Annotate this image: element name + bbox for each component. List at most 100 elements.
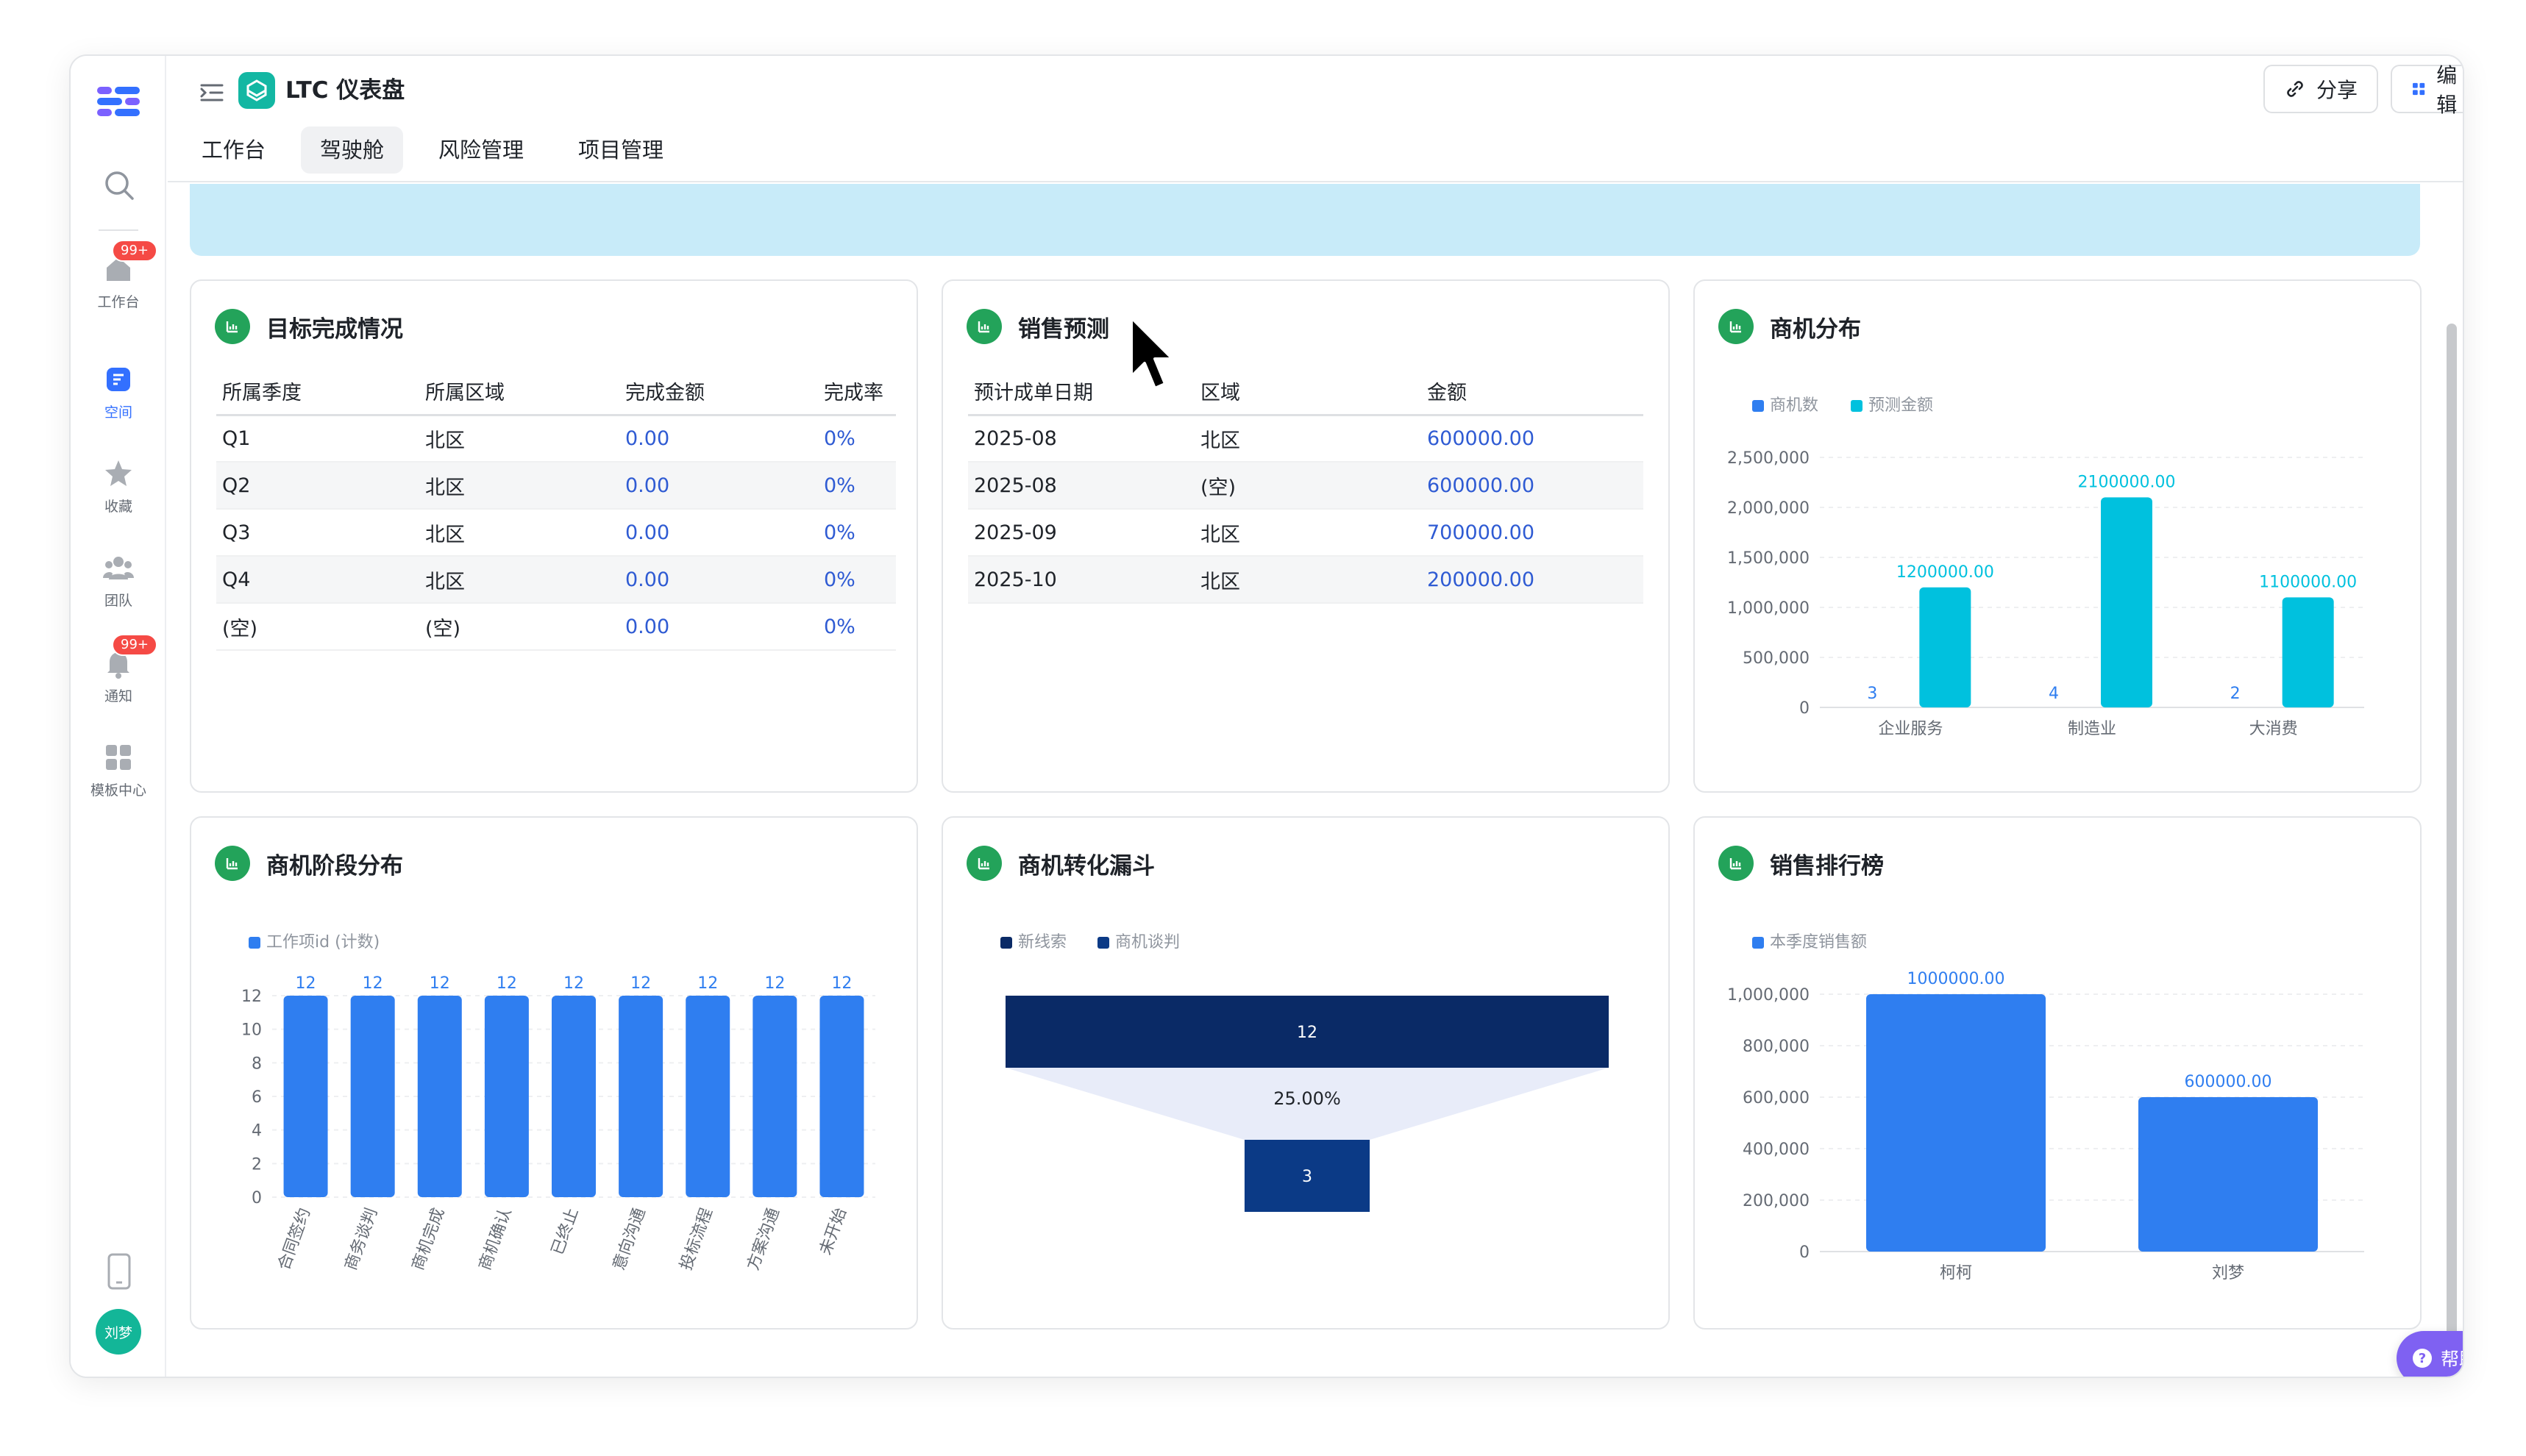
table-row[interactable]: (空) (空) 0.00 0% <box>216 603 896 651</box>
column-header[interactable]: 区域 <box>1195 368 1421 416</box>
star-icon <box>105 460 132 486</box>
funnel-chart[interactable]: 新线索 商机谈判 12 25.00% 3 <box>943 818 1671 1331</box>
x-tick-label: 商机确认 <box>476 1206 516 1273</box>
data-label: 2 <box>2230 685 2241 703</box>
table-cell: 2025-08 <box>968 462 1195 510</box>
table-cell: 北区 <box>1195 509 1421 557</box>
sidebar-item-templates[interactable]: 模板中心 <box>71 741 166 799</box>
sidebar-item-team[interactable]: 团队 <box>71 552 166 610</box>
data-label: 3 <box>1302 1168 1312 1186</box>
data-label: 12 <box>497 974 517 993</box>
column-header[interactable]: 完成金额 <box>619 368 818 416</box>
table-row[interactable]: Q4 北区 0.00 0% <box>216 556 896 604</box>
app-logo-icon[interactable] <box>97 84 140 119</box>
collapse-sidebar-icon[interactable] <box>197 78 227 107</box>
x-tick-label: 柯柯 <box>1940 1264 1972 1282</box>
table-row[interactable]: Q2 北区 0.00 0% <box>216 462 896 510</box>
table-cell: 北区 <box>419 509 619 557</box>
legend-swatch <box>1000 937 1012 949</box>
column-header[interactable]: 所属区域 <box>419 368 619 416</box>
target-table: 所属季度 所属区域 完成金额 完成率 Q1 北区 0.00 0% Q2 北区 0.00 0%… <box>216 368 896 651</box>
mouse-cursor-icon <box>1130 316 1174 390</box>
sidebar-item-favorites[interactable]: 收藏 <box>71 457 166 515</box>
legend-label: 商机数 <box>1770 396 1818 415</box>
dashboard-content: 目标完成情况 所属季度 所属区域 完成金额 完成率 Q1 北区 0.00 0% Q2 北… <box>168 184 2463 1377</box>
data-label: 12 <box>1297 1024 1317 1042</box>
table-cell: Q3 <box>216 509 419 557</box>
table-cell: 0.00 <box>619 556 818 604</box>
table-row[interactable]: 2025-08 北区 600000.00 <box>968 415 1643 463</box>
help-label: 帮助 <box>2440 1349 2463 1370</box>
y-tick-label: 6 <box>252 1088 262 1107</box>
chart-icon <box>967 309 1002 344</box>
ranking-chart[interactable]: 本季度销售额 0 200,000 400,000 600,000 800,000 1,000… <box>1695 818 2423 1331</box>
legend-swatch <box>1851 400 1863 412</box>
mobile-icon[interactable] <box>106 1253 132 1290</box>
y-tick-label: 0 <box>252 1189 262 1207</box>
data-label: 3 <box>1867 685 1877 703</box>
x-tick-label: 商务谈判 <box>342 1206 382 1273</box>
tab-cockpit[interactable]: 驾驶舱 <box>301 126 404 174</box>
notification-badge: 99+ <box>112 634 157 656</box>
legend-label: 本季度销售额 <box>1770 933 1867 952</box>
table-cell: 0.00 <box>619 415 818 463</box>
data-label: 12 <box>630 974 651 993</box>
sidebar-item-workbench[interactable]: 99+ 工作台 <box>71 240 166 311</box>
column-header[interactable]: 所属季度 <box>216 368 419 416</box>
table-row[interactable]: 2025-09 北区 700000.00 <box>968 509 1643 557</box>
x-tick-label: 方案沟通 <box>744 1206 783 1273</box>
sidebar-item-notifications[interactable]: 99+ 通知 <box>71 634 166 705</box>
x-tick-label: 商机完成 <box>409 1206 449 1273</box>
x-tick-label: 投标流程 <box>677 1206 716 1273</box>
link-icon <box>2287 81 2303 97</box>
distribution-chart[interactable]: 商机数 预测金额 0 500,000 1,000,000 1,500,000 2,000,0… <box>1695 281 2423 794</box>
table-cell: 700000.00 <box>1421 509 1643 557</box>
sidebar-item-space[interactable]: 空间 <box>71 363 166 421</box>
page-title: LTC 仪表盘 <box>285 77 405 104</box>
data-label: 12 <box>563 974 584 993</box>
column-header[interactable]: 完成率 <box>818 368 896 416</box>
stage-chart[interactable]: 工作项id (计数)02468101212合同签约12商务谈判12商机完成12商… <box>191 818 919 1331</box>
sidebar-divider <box>99 229 138 231</box>
y-tick-label: 400,000 <box>1743 1141 1810 1159</box>
x-tick-label: 意向沟通 <box>610 1206 650 1273</box>
table-cell: 600000.00 <box>1421 415 1643 463</box>
bar <box>619 996 663 1197</box>
y-tick-label: 10 <box>241 1021 262 1040</box>
grid-edit-icon <box>2413 82 2425 96</box>
share-button[interactable]: 分享 <box>2263 65 2379 113</box>
edit-button[interactable]: 编辑 <box>2391 63 2463 117</box>
table-row[interactable]: Q3 北区 0.00 0% <box>216 509 896 557</box>
table-row[interactable]: 2025-10 北区 200000.00 <box>968 556 1643 604</box>
data-label: 12 <box>363 974 383 993</box>
edit-label: 编辑 <box>2436 63 2458 117</box>
tab-project-management[interactable]: 项目管理 <box>559 126 683 174</box>
bar <box>2138 1097 2318 1252</box>
column-header[interactable]: 金额 <box>1421 368 1643 416</box>
data-label: 12 <box>831 974 852 993</box>
card-title-text: 销售预测 <box>1018 315 1109 343</box>
sidebar-item-label: 空间 <box>104 404 132 421</box>
avatar[interactable]: 刘梦 <box>96 1309 141 1355</box>
bar <box>686 996 730 1197</box>
table-cell: 0% <box>818 462 896 510</box>
data-label: 12 <box>296 974 316 993</box>
table-cell: 0% <box>818 509 896 557</box>
tab-risk-management[interactable]: 风险管理 <box>419 126 543 174</box>
tab-workbench[interactable]: 工作台 <box>182 126 285 174</box>
legend-swatch <box>1097 937 1109 949</box>
table-row[interactable]: 2025-08 (空) 600000.00 <box>968 462 1643 510</box>
card-opportunity-distribution: 商机分布 商机数 预测金额 0 500,000 1,000,000 1,500,000 2,… <box>1693 279 2422 793</box>
tab-bar: 工作台 驾驶舱 风险管理 项目管理 <box>182 126 683 174</box>
y-tick-label: 600,000 <box>1743 1089 1810 1107</box>
search-icon[interactable] <box>100 166 138 204</box>
y-tick-label: 4 <box>252 1122 262 1141</box>
table-row[interactable]: Q1 北区 0.00 0% <box>216 415 896 463</box>
bar <box>484 996 529 1197</box>
bar <box>819 996 864 1197</box>
sidebar-item-label: 收藏 <box>104 499 132 515</box>
scrollbar[interactable] <box>2447 324 2457 1368</box>
help-button[interactable]: ? 帮助 <box>2397 1331 2463 1377</box>
bar <box>552 996 596 1197</box>
table-cell: 2025-08 <box>968 415 1195 463</box>
